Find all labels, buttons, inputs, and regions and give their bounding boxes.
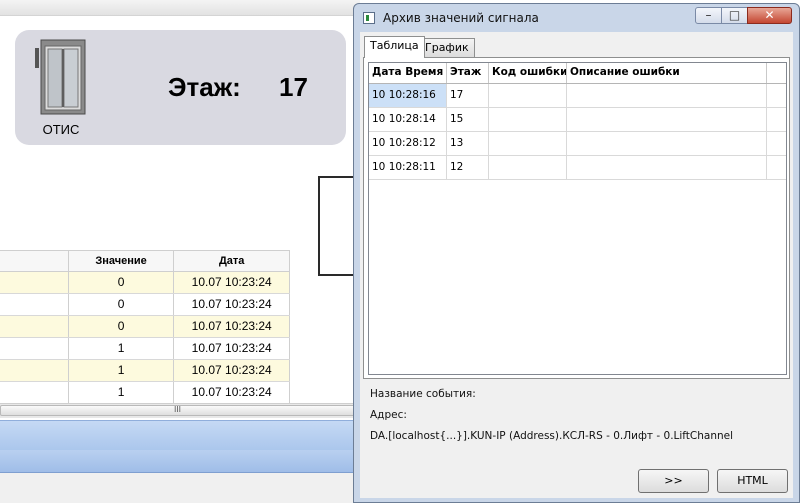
table-cell: 10.07 10:23:24 bbox=[174, 360, 290, 381]
table-cell: 1 bbox=[69, 382, 175, 403]
table-cell[interactable] bbox=[489, 108, 567, 131]
table-cell[interactable]: 15 bbox=[447, 108, 489, 131]
lift-name: ОТИС bbox=[42, 122, 80, 137]
window-client-area: Таблица График Дата Время Этаж Код ошибк… bbox=[360, 32, 793, 498]
column-header-error-code[interactable]: Код ошибки bbox=[489, 63, 567, 83]
next-button[interactable]: >> bbox=[638, 469, 709, 493]
column-header-datetime[interactable]: Дата Время bbox=[369, 63, 447, 83]
table-cell bbox=[0, 272, 69, 293]
background-panel-bar bbox=[0, 450, 360, 473]
table-cell[interactable]: 10 10:28:12 bbox=[369, 132, 447, 155]
table-cell bbox=[0, 316, 69, 337]
table-cell: 10.07 10:23:24 bbox=[174, 382, 290, 403]
table-cell[interactable]: 10 10:28:11 bbox=[369, 156, 447, 179]
tab-panel-table: Дата Время Этаж Код ошибки Описание ошиб… bbox=[363, 57, 790, 379]
horizontal-scrollbar[interactable]: III bbox=[0, 403, 360, 418]
table-row[interactable]: 0 10.07 10:23:24 bbox=[0, 272, 290, 294]
table-cell: 10.07 10:23:24 bbox=[174, 294, 290, 315]
column-header-value[interactable]: Значение bbox=[69, 251, 175, 271]
table-cell: 0 bbox=[69, 272, 175, 293]
tab-table[interactable]: Таблица bbox=[364, 36, 425, 58]
column-header-floor[interactable]: Этаж bbox=[447, 63, 489, 83]
table-row[interactable]: 10 10:28:16 17 bbox=[369, 84, 786, 108]
table-cell[interactable]: 12 bbox=[447, 156, 489, 179]
table-cell[interactable] bbox=[567, 156, 767, 179]
elevator-icon bbox=[35, 39, 86, 115]
table-cell[interactable] bbox=[567, 84, 767, 107]
lift-status-panel: ОТИС Этаж: 17 bbox=[15, 30, 346, 145]
table-cell: 1 bbox=[69, 360, 175, 381]
table-row[interactable]: 10 10:28:12 13 bbox=[369, 132, 786, 156]
table-cell[interactable]: 17 bbox=[447, 84, 489, 107]
table-cell[interactable] bbox=[489, 132, 567, 155]
table-cell: 0 bbox=[69, 316, 175, 337]
grid-header: Дата Время Этаж Код ошибки Описание ошиб… bbox=[369, 63, 786, 84]
table-cell: 10.07 10:23:24 bbox=[174, 338, 290, 359]
table-cell: 10.07 10:23:24 bbox=[174, 272, 290, 293]
table-row[interactable]: 1 10.07 10:23:24 bbox=[0, 360, 290, 382]
address-label: Адрес: bbox=[370, 409, 407, 421]
table-cell[interactable]: 10 10:28:14 bbox=[369, 108, 447, 131]
table-cell: 1 bbox=[69, 338, 175, 359]
scroll-grip: III bbox=[173, 405, 182, 414]
table-cell[interactable] bbox=[567, 108, 767, 131]
column-header[interactable] bbox=[0, 251, 69, 271]
background-status-area bbox=[0, 473, 360, 503]
maximize-button[interactable]: □ bbox=[721, 7, 748, 24]
table-cell[interactable]: 13 bbox=[447, 132, 489, 155]
table-cell bbox=[0, 360, 69, 381]
address-value: DA.[localhost{...}].KUN-IP (Address).КСЛ… bbox=[370, 430, 734, 442]
tab-chart[interactable]: График bbox=[419, 38, 475, 57]
table-row[interactable]: 10 10:28:11 12 bbox=[369, 156, 786, 180]
background-table-header: Значение Дата bbox=[0, 250, 290, 272]
table-row[interactable]: 0 10.07 10:23:24 bbox=[0, 316, 290, 338]
table-cell[interactable] bbox=[567, 132, 767, 155]
window-title: Архив значений сигнала bbox=[383, 11, 539, 25]
background-panel-bar bbox=[0, 420, 360, 451]
floor-label: Этаж: bbox=[168, 72, 241, 102]
table-cell: 10.07 10:23:24 bbox=[174, 316, 290, 337]
table-cell: 0 bbox=[69, 294, 175, 315]
close-button[interactable]: ✕ bbox=[747, 7, 792, 24]
table-row[interactable]: 1 10.07 10:23:24 bbox=[0, 382, 290, 404]
table-cell bbox=[0, 382, 69, 403]
minimize-button[interactable]: – bbox=[695, 7, 722, 24]
background-table: Значение Дата 0 10.07 10:23:24 0 10.07 1… bbox=[0, 250, 290, 404]
table-row[interactable]: 0 10.07 10:23:24 bbox=[0, 294, 290, 316]
table-row[interactable]: 1 10.07 10:23:24 bbox=[0, 338, 290, 360]
event-name-label: Название события: bbox=[370, 388, 476, 400]
window-titlebar[interactable]: Архив значений сигнала – □ ✕ bbox=[354, 4, 799, 32]
table-cell bbox=[0, 294, 69, 315]
signal-archive-window: Архив значений сигнала – □ ✕ Таблица Гра… bbox=[353, 3, 800, 503]
table-cell-selected[interactable]: 10 10:28:16 bbox=[369, 84, 447, 107]
scrollbar-thumb[interactable]: III bbox=[0, 405, 355, 416]
floor-value: 17 bbox=[279, 72, 308, 102]
background-toolbar bbox=[0, 0, 360, 16]
table-row[interactable]: 10 10:28:14 15 bbox=[369, 108, 786, 132]
table-cell[interactable] bbox=[489, 84, 567, 107]
table-cell[interactable] bbox=[489, 156, 567, 179]
column-header-error-description[interactable]: Описание ошибки bbox=[567, 63, 767, 83]
html-export-button[interactable]: HTML bbox=[717, 469, 788, 493]
archive-grid[interactable]: Дата Время Этаж Код ошибки Описание ошиб… bbox=[368, 62, 787, 375]
app-window-icon bbox=[363, 12, 375, 24]
column-header-date[interactable]: Дата bbox=[174, 251, 290, 271]
table-cell bbox=[0, 338, 69, 359]
